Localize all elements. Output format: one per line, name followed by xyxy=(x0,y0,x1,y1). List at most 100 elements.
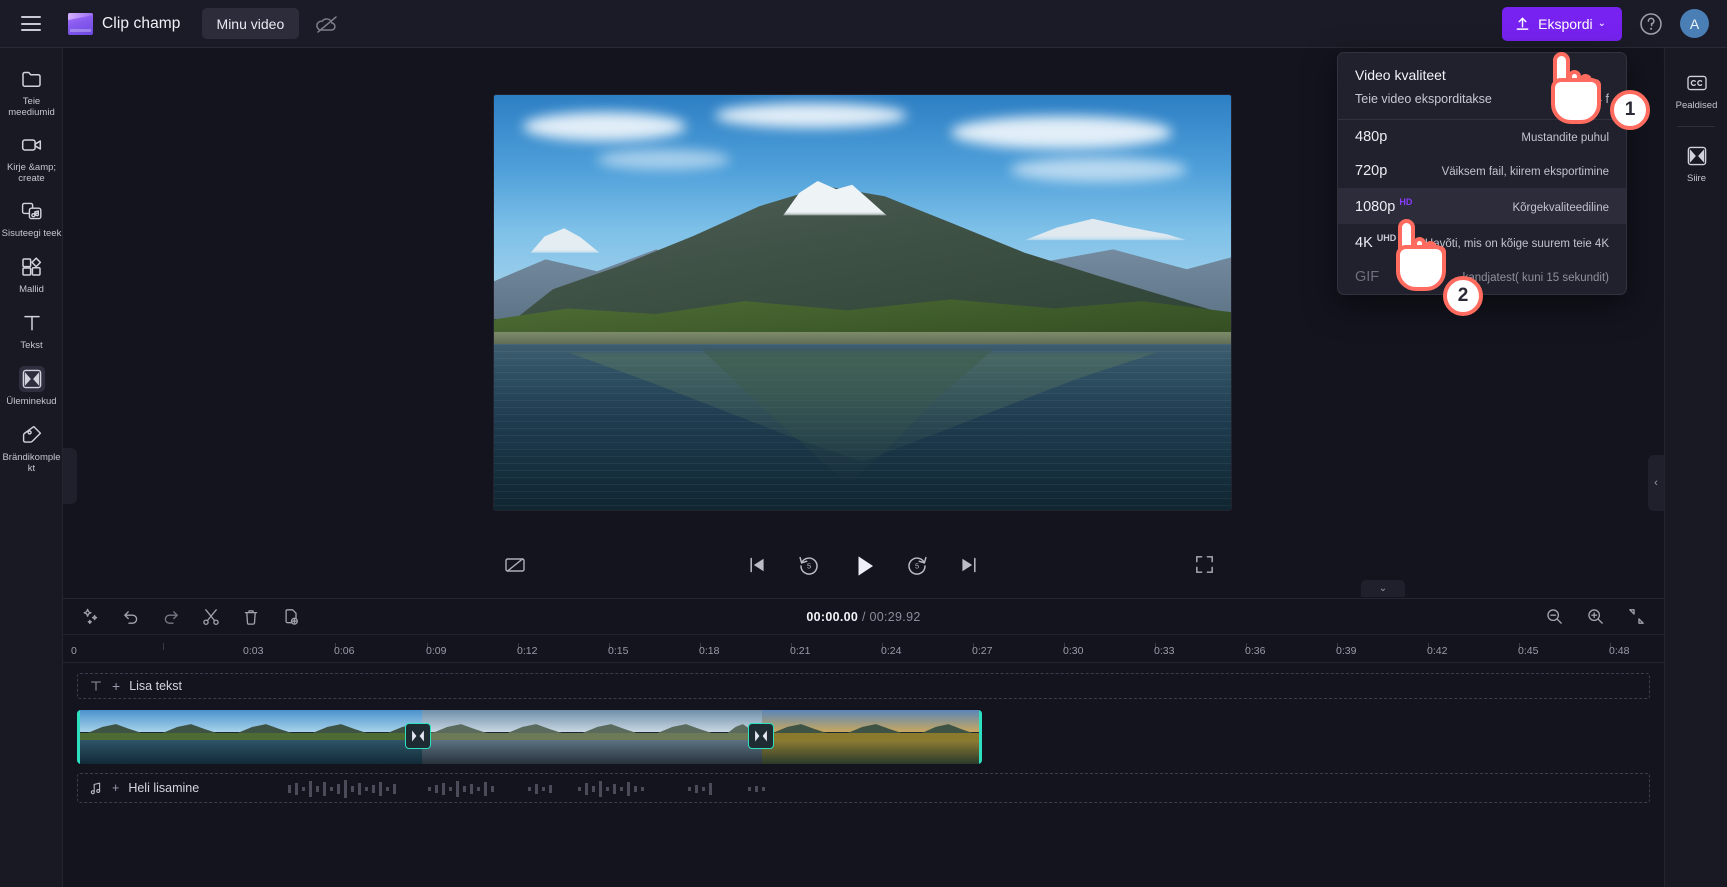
ruler-tick: 0:12 xyxy=(517,645,538,657)
ruler-tick: 0:03 xyxy=(243,645,264,657)
clipchamp-editor: Clip champ Minu video Ekspordi ⌄ A Teie … xyxy=(0,0,1727,887)
clipchamp-logo-icon xyxy=(68,12,93,35)
brand-name: Clip champ xyxy=(102,14,181,32)
hamburger-icon[interactable] xyxy=(21,16,41,31)
play-icon[interactable] xyxy=(849,551,879,581)
sidebar-item-teie-meediumid[interactable]: Teie meediumid xyxy=(0,58,63,124)
export-quality-dropdown: Video kvaliteet Teie video eksporditakse… xyxy=(1337,52,1627,295)
video-clip[interactable] xyxy=(77,710,982,764)
svg-text:5: 5 xyxy=(914,562,918,571)
total-time: 00:29.92 xyxy=(869,609,921,624)
fit-timeline-icon[interactable] xyxy=(1627,607,1646,626)
transition-marker[interactable] xyxy=(405,723,431,749)
zoom-in-icon[interactable] xyxy=(1586,607,1605,626)
quality-label: 4K xyxy=(1355,234,1373,251)
skip-to-end-icon[interactable] xyxy=(957,553,983,579)
audio-track[interactable]: + Heli lisamine xyxy=(77,773,1650,803)
zoom-out-icon[interactable] xyxy=(1545,607,1564,626)
magic-wand-icon[interactable] xyxy=(81,607,101,627)
quality-option-480p[interactable]: 480p Mustandite puhul xyxy=(1338,120,1626,154)
quality-label: GIF xyxy=(1355,268,1380,285)
ruler-tick: 0:36 xyxy=(1245,645,1266,657)
video-track[interactable] xyxy=(77,710,1650,764)
redo-icon[interactable] xyxy=(161,607,181,627)
sidebar-item-brandikomplekt[interactable]: Brändikomplekt xyxy=(0,414,63,480)
divider xyxy=(1677,126,1715,127)
rewind-5s-icon[interactable]: 5 xyxy=(797,553,823,579)
ruler-tick: 0:33 xyxy=(1154,645,1175,657)
sidebar-item-label: Mallid xyxy=(19,284,44,295)
trash-icon[interactable] xyxy=(241,607,261,627)
ruler-tick: 0:45 xyxy=(1518,645,1539,657)
sidebar-item-pealdised[interactable]: Pealdised xyxy=(1665,62,1727,118)
undo-icon[interactable] xyxy=(121,607,141,627)
export-button-label: Ekspordi xyxy=(1538,15,1593,32)
music-note-icon xyxy=(89,781,103,795)
export-format-label: MP4 f xyxy=(1576,92,1609,106)
sidebar-item-siire[interactable]: Siire xyxy=(1665,135,1727,191)
quality-option-gif[interactable]: GIF -kandjatest( kuni 15 sekundit) xyxy=(1338,260,1626,294)
text-track[interactable]: + Lisa tekst xyxy=(77,673,1650,699)
quality-desc: Kõrgekvaliteediline xyxy=(1512,201,1609,214)
help-circle-icon[interactable] xyxy=(1638,11,1664,37)
time-display: 00:00.00 / 00:29.92 xyxy=(806,610,920,624)
sidebar-item-sisuteegi-teek[interactable]: Sisuteegi teek xyxy=(0,190,63,246)
content-library-icon xyxy=(19,198,45,224)
top-bar-right: Ekspordi ⌄ A xyxy=(1502,6,1727,41)
quality-desc: Väiksem fail, kiirem eksportimine xyxy=(1441,166,1609,178)
project-name-chip[interactable]: Minu video xyxy=(201,8,300,39)
uhd-badge: UHD xyxy=(1376,232,1397,243)
quality-desc: -kandjatest( kuni 15 sekundit) xyxy=(1458,271,1609,284)
text-track-label: Lisa tekst xyxy=(129,679,182,693)
cloud-off-icon[interactable] xyxy=(315,12,339,36)
export-button[interactable]: Ekspordi ⌄ xyxy=(1502,6,1622,41)
ruler-tick: 0:48 xyxy=(1609,645,1630,657)
quality-option-720p[interactable]: 720p Väiksem fail, kiirem eksportimine xyxy=(1338,154,1626,188)
quality-option-1080p[interactable]: 1080p HD Kõrgekvaliteediline xyxy=(1338,188,1626,224)
timeline-collapse-handle[interactable]: ⌄ xyxy=(1361,580,1405,597)
sidebar-item-label: Üleminekud xyxy=(6,396,57,407)
top-bar: Clip champ Minu video Ekspordi ⌄ A xyxy=(0,0,1727,48)
templates-icon xyxy=(19,254,45,280)
fullscreen-icon[interactable] xyxy=(1193,553,1219,579)
chevron-down-icon: ⌄ xyxy=(1597,18,1606,29)
timeline-ruler[interactable]: 0 0:03 0:06 0:09 0:12 0:15 0:18 0:21 0:2… xyxy=(63,637,1664,663)
sidebar-item-kirje-create[interactable]: Kirje &amp; create xyxy=(0,124,63,190)
sidebar-item-label: Teie meediumid xyxy=(8,96,55,118)
sidebar-item-label: Kirje &amp; create xyxy=(6,162,57,184)
transition-icon xyxy=(1684,143,1710,169)
sidebar-item-uleminekud[interactable]: Üleminekud xyxy=(0,358,63,414)
brand-kit-icon xyxy=(19,422,45,448)
sidebar-item-label: Pealdised xyxy=(1675,100,1718,111)
sidebar-item-mallid[interactable]: Mallid xyxy=(0,246,63,302)
aspect-ratio-icon[interactable] xyxy=(503,553,529,579)
skip-to-start-icon[interactable] xyxy=(745,553,771,579)
quality-desc: Mustandite puhul xyxy=(1521,132,1609,144)
video-preview[interactable] xyxy=(494,95,1231,510)
collapse-right-panel-handle[interactable]: ‹ xyxy=(1648,455,1664,511)
ruler-tick: 0:27 xyxy=(972,645,993,657)
quality-option-4k[interactable]: 4K UHD Havõti, mis on kõige suurem teie 4… xyxy=(1338,224,1626,260)
ruler-tick: 0:15 xyxy=(608,645,629,657)
add-text-track-button[interactable]: + Lisa tekst xyxy=(77,673,1650,699)
ruler-tick: 0:30 xyxy=(1063,645,1084,657)
quality-label: 480p xyxy=(1355,129,1388,145)
add-icon: + xyxy=(112,781,120,795)
sidebar-item-label: Brändikomplekt xyxy=(2,452,61,474)
scissors-icon[interactable] xyxy=(201,607,221,627)
closed-captions-icon xyxy=(1684,70,1710,96)
audio-track-label: Heli lisamine xyxy=(128,781,200,795)
dropdown-subtitle: Teie video eksporditakse xyxy=(1355,92,1492,106)
timeline-toolbar: 00:00.00 / 00:29.92 xyxy=(63,599,1664,635)
text-icon xyxy=(89,679,103,693)
transition-marker[interactable] xyxy=(748,723,774,749)
ruler-tick: 0:24 xyxy=(881,645,902,657)
left-panel-handle[interactable] xyxy=(63,448,77,504)
sidebar-item-tekst[interactable]: Tekst xyxy=(0,302,63,358)
duplicate-icon[interactable] xyxy=(281,607,301,627)
quality-label: 1080p xyxy=(1355,198,1396,215)
hd-badge: HD xyxy=(1399,197,1413,207)
forward-5s-icon[interactable]: 5 xyxy=(905,553,931,579)
avatar[interactable]: A xyxy=(1680,9,1709,38)
ruler-tick: 0:39 xyxy=(1336,645,1357,657)
